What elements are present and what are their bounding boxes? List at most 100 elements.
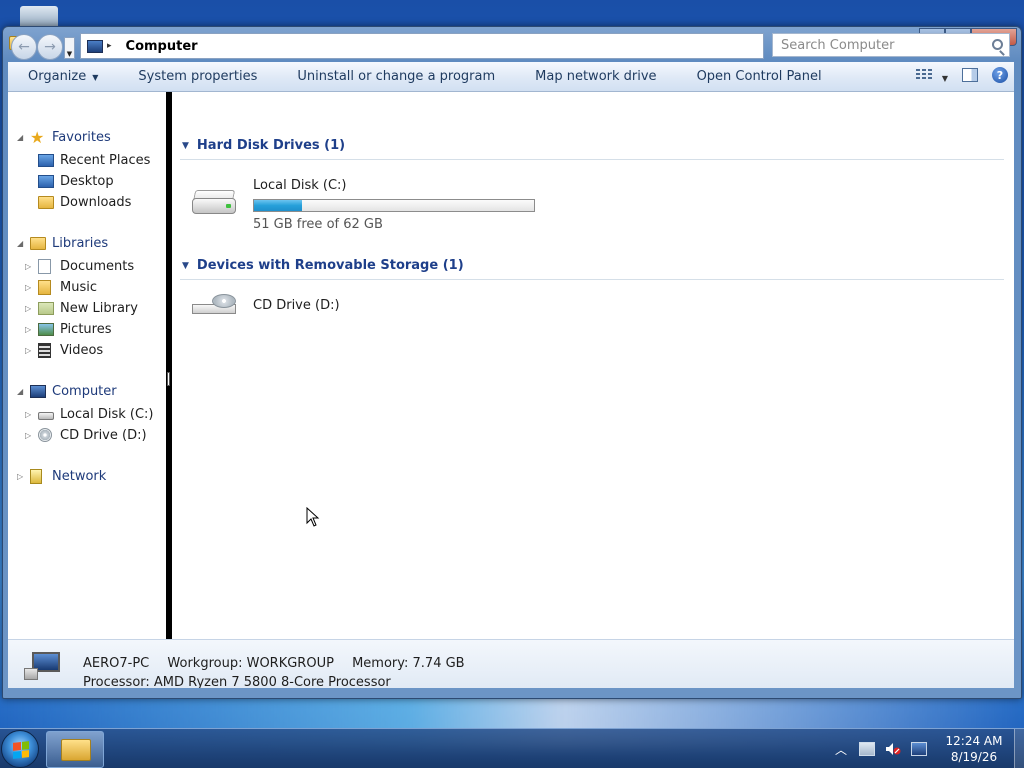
back-button[interactable]: ←	[11, 34, 37, 60]
change-view-icon[interactable]	[915, 68, 938, 82]
action-center-icon[interactable]	[911, 742, 927, 756]
windows-logo-icon	[13, 741, 29, 759]
collapsed-triangle-icon[interactable]: ▷	[25, 262, 31, 271]
clock[interactable]: 12:24 AM 8/19/26	[938, 733, 1010, 765]
collapsed-triangle-icon[interactable]: ▷	[17, 472, 23, 481]
collapse-triangle-icon[interactable]: ▼	[182, 261, 189, 271]
splitter-grip[interactable]	[167, 372, 170, 386]
nav-cd-drive[interactable]: ▷ CD Drive (D:)	[25, 425, 147, 445]
drive-d-name[interactable]: CD Drive (D:)	[253, 298, 340, 313]
address-bar[interactable]: ▸ Computer	[80, 33, 764, 59]
clock-time: 12:24 AM	[945, 734, 1003, 748]
open-control-panel-button[interactable]: Open Control Panel	[677, 69, 842, 84]
organize-label: Organize	[28, 69, 87, 84]
nav-videos-label: Videos	[60, 342, 104, 358]
nav-local-disk[interactable]: ▷ Local Disk (C:)	[25, 404, 154, 424]
address-row: ← → ▼ ▸ Computer Search Computer	[8, 31, 1014, 61]
start-button[interactable]	[1, 730, 39, 768]
nav-recent-places[interactable]: Recent Places	[38, 150, 150, 170]
pictures-icon	[38, 322, 54, 336]
arrow-left-icon: ←	[18, 39, 30, 55]
volume-muted-icon[interactable]	[885, 742, 901, 756]
collapsed-triangle-icon[interactable]: ▷	[25, 346, 31, 355]
breadcrumb-chevron-icon[interactable]: ▸	[107, 41, 112, 51]
memory: Memory: 7.74 GB	[352, 656, 465, 671]
content-pane: ▼ Hard Disk Drives (1) Local Disk (C:) 5…	[172, 92, 1014, 639]
nav-network[interactable]: ▷ Network	[17, 466, 107, 486]
nav-desktop-label: Desktop	[60, 173, 114, 189]
show-hidden-icons-button[interactable]: ︿	[833, 742, 849, 757]
clock-date: 8/19/26	[950, 750, 998, 764]
nav-cd-drive-label: CD Drive (D:)	[60, 427, 147, 443]
section-removable-storage[interactable]: ▼ Devices with Removable Storage (1)	[182, 258, 464, 273]
nav-computer[interactable]: ◢ Computer	[17, 381, 117, 401]
network-tray-icon[interactable]	[859, 742, 875, 756]
drive-c-usage-bar	[253, 199, 535, 212]
recent-pages-dropdown[interactable]: ▼	[64, 37, 75, 59]
details-pane: AERO7-PC Workgroup: WORKGROUP Memory: 7.…	[8, 639, 1014, 688]
workgroup: Workgroup: WORKGROUP	[167, 656, 334, 671]
nav-documents[interactable]: ▷ Documents	[25, 256, 135, 276]
expanded-triangle-icon[interactable]: ◢	[17, 387, 23, 396]
search-placeholder: Search Computer	[781, 37, 895, 53]
nav-music-label: Music	[60, 279, 97, 295]
system-properties-button[interactable]: System properties	[118, 69, 277, 84]
downloads-folder-icon	[38, 195, 54, 209]
folder-icon	[61, 739, 91, 761]
cd-drive-icon[interactable]	[190, 292, 238, 326]
expanded-triangle-icon[interactable]: ◢	[17, 239, 23, 248]
processor: Processor: AMD Ryzen 7 5800 8-Core Proce…	[83, 675, 391, 688]
view-options-dropdown-icon[interactable]: ▼	[942, 74, 948, 83]
nav-recent-places-label: Recent Places	[60, 152, 151, 168]
organize-button[interactable]: Organize ▼	[8, 69, 118, 84]
nav-favorites-label: Favorites	[52, 129, 111, 145]
uninstall-program-button[interactable]: Uninstall or change a program	[277, 69, 515, 84]
computer-icon	[24, 650, 66, 680]
help-icon[interactable]: ?	[992, 67, 1008, 83]
nav-libraries[interactable]: ◢ Libraries	[17, 233, 109, 253]
hard-disk-icon[interactable]	[190, 188, 238, 222]
collapsed-triangle-icon[interactable]: ▷	[25, 283, 31, 292]
recent-places-icon	[38, 153, 54, 167]
recycle-bin-icon[interactable]	[20, 6, 58, 28]
search-input[interactable]: Search Computer	[772, 33, 1010, 57]
forward-button[interactable]: →	[37, 34, 63, 60]
drive-c-free-space: 51 GB free of 62 GB	[253, 217, 383, 232]
nav-libraries-label: Libraries	[52, 235, 109, 251]
collapsed-triangle-icon[interactable]: ▷	[25, 304, 31, 313]
nav-local-disk-label: Local Disk (C:)	[60, 406, 154, 422]
drive-c-name[interactable]: Local Disk (C:)	[253, 178, 346, 193]
network-icon	[30, 468, 42, 484]
collapsed-triangle-icon[interactable]: ▷	[25, 410, 31, 419]
collapse-triangle-icon[interactable]: ▼	[182, 141, 189, 151]
cd-drive-icon	[38, 428, 52, 442]
nav-computer-label: Computer	[52, 383, 117, 399]
nav-new-library-label: New Library	[60, 300, 138, 316]
command-bar: Organize ▼ System properties Uninstall or…	[8, 62, 1014, 92]
nav-network-label: Network	[52, 468, 107, 484]
expanded-triangle-icon[interactable]: ◢	[17, 133, 23, 142]
nav-downloads[interactable]: Downloads	[38, 192, 131, 212]
collapsed-triangle-icon[interactable]: ▷	[25, 431, 31, 440]
section-hard-disk-drives-label: Hard Disk Drives (1)	[196, 138, 346, 153]
collapsed-triangle-icon[interactable]: ▷	[25, 325, 31, 334]
documents-icon	[38, 258, 51, 274]
nav-music[interactable]: ▷ Music	[25, 277, 97, 297]
breadcrumb-computer[interactable]: Computer	[126, 39, 198, 54]
preview-pane-icon[interactable]	[962, 68, 978, 82]
music-icon	[38, 279, 51, 295]
section-hard-disk-drives[interactable]: ▼ Hard Disk Drives (1)	[182, 138, 345, 153]
nav-pictures[interactable]: ▷ Pictures	[25, 319, 111, 339]
nav-favorites[interactable]: ◢ ★ Favorites	[17, 127, 111, 147]
system-tray: ︿ 12:24 AM 8/19/26	[828, 729, 1024, 768]
show-desktop-button[interactable]	[1014, 729, 1024, 768]
nav-videos[interactable]: ▷ Videos	[25, 340, 104, 360]
chevron-down-icon: ▼	[92, 73, 99, 82]
map-network-drive-button[interactable]: Map network drive	[515, 69, 676, 84]
nav-new-library[interactable]: ▷ New Library	[25, 298, 138, 318]
hard-disk-icon	[38, 412, 54, 420]
search-icon[interactable]	[992, 39, 1003, 50]
taskbar-explorer-button[interactable]	[46, 731, 104, 768]
nav-documents-label: Documents	[60, 258, 135, 274]
nav-desktop[interactable]: Desktop	[38, 171, 114, 191]
